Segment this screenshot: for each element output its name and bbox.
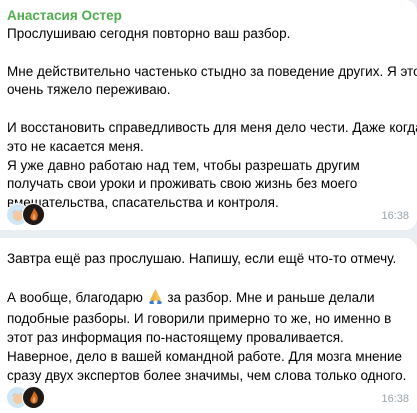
message-bubble[interactable]: Анастасия Остер Прослушиваю сегодня повт… [0,0,417,230]
message-line: Мне действительно частенько стыдно за по… [7,63,417,79]
dark-avatar-reaction[interactable] [22,203,45,226]
message-text: Прослушиваю сегодня повторно ваш разбор.… [7,25,417,213]
message-time: 16:38 [381,210,409,222]
message-line: И восстановить справедливость для меня д… [7,119,417,135]
message-text: Завтра ещё раз прослушаю. Напишу, если е… [7,250,411,386]
reactions[interactable] [6,203,45,226]
message-line: очень тяжело переживаю. [7,82,171,98]
message-line: получать свои уроки и проживать свою жиз… [7,176,358,192]
folded-hands-icon [147,288,164,311]
dark-avatar-reaction[interactable] [22,386,45,409]
reactions[interactable] [6,386,45,409]
message-line: А вообще, благодарю за разбор. Мне и ран… [7,288,411,311]
message-line: подобные разборы. И говорили примерно то… [7,311,392,327]
message-line: Я уже давно работаю над тем, чтобы разре… [7,157,360,173]
message-line: это не касается меня. [7,138,144,154]
message-line: вмешательства, спасательства и контроля. [7,195,279,211]
message-line: этот раз информация по-настоящему провал… [7,330,344,346]
message-time: 16:38 [381,393,409,405]
message-line: Завтра ещё раз прослушаю. Напишу, если е… [7,251,397,266]
message-line: Прослушиваю сегодня повторно ваш разбор. [7,26,291,41]
sender-name[interactable]: Анастасия Остер [7,8,122,23]
message-line: сразу двух экспертов более значимы, чем … [7,367,407,383]
message-bubble[interactable]: Завтра ещё раз прослушаю. Напишу, если е… [0,238,417,413]
fire-icon [23,387,44,408]
fire-icon [23,204,44,225]
message-line: Наверное, дело в вашей командной работе.… [7,348,403,364]
